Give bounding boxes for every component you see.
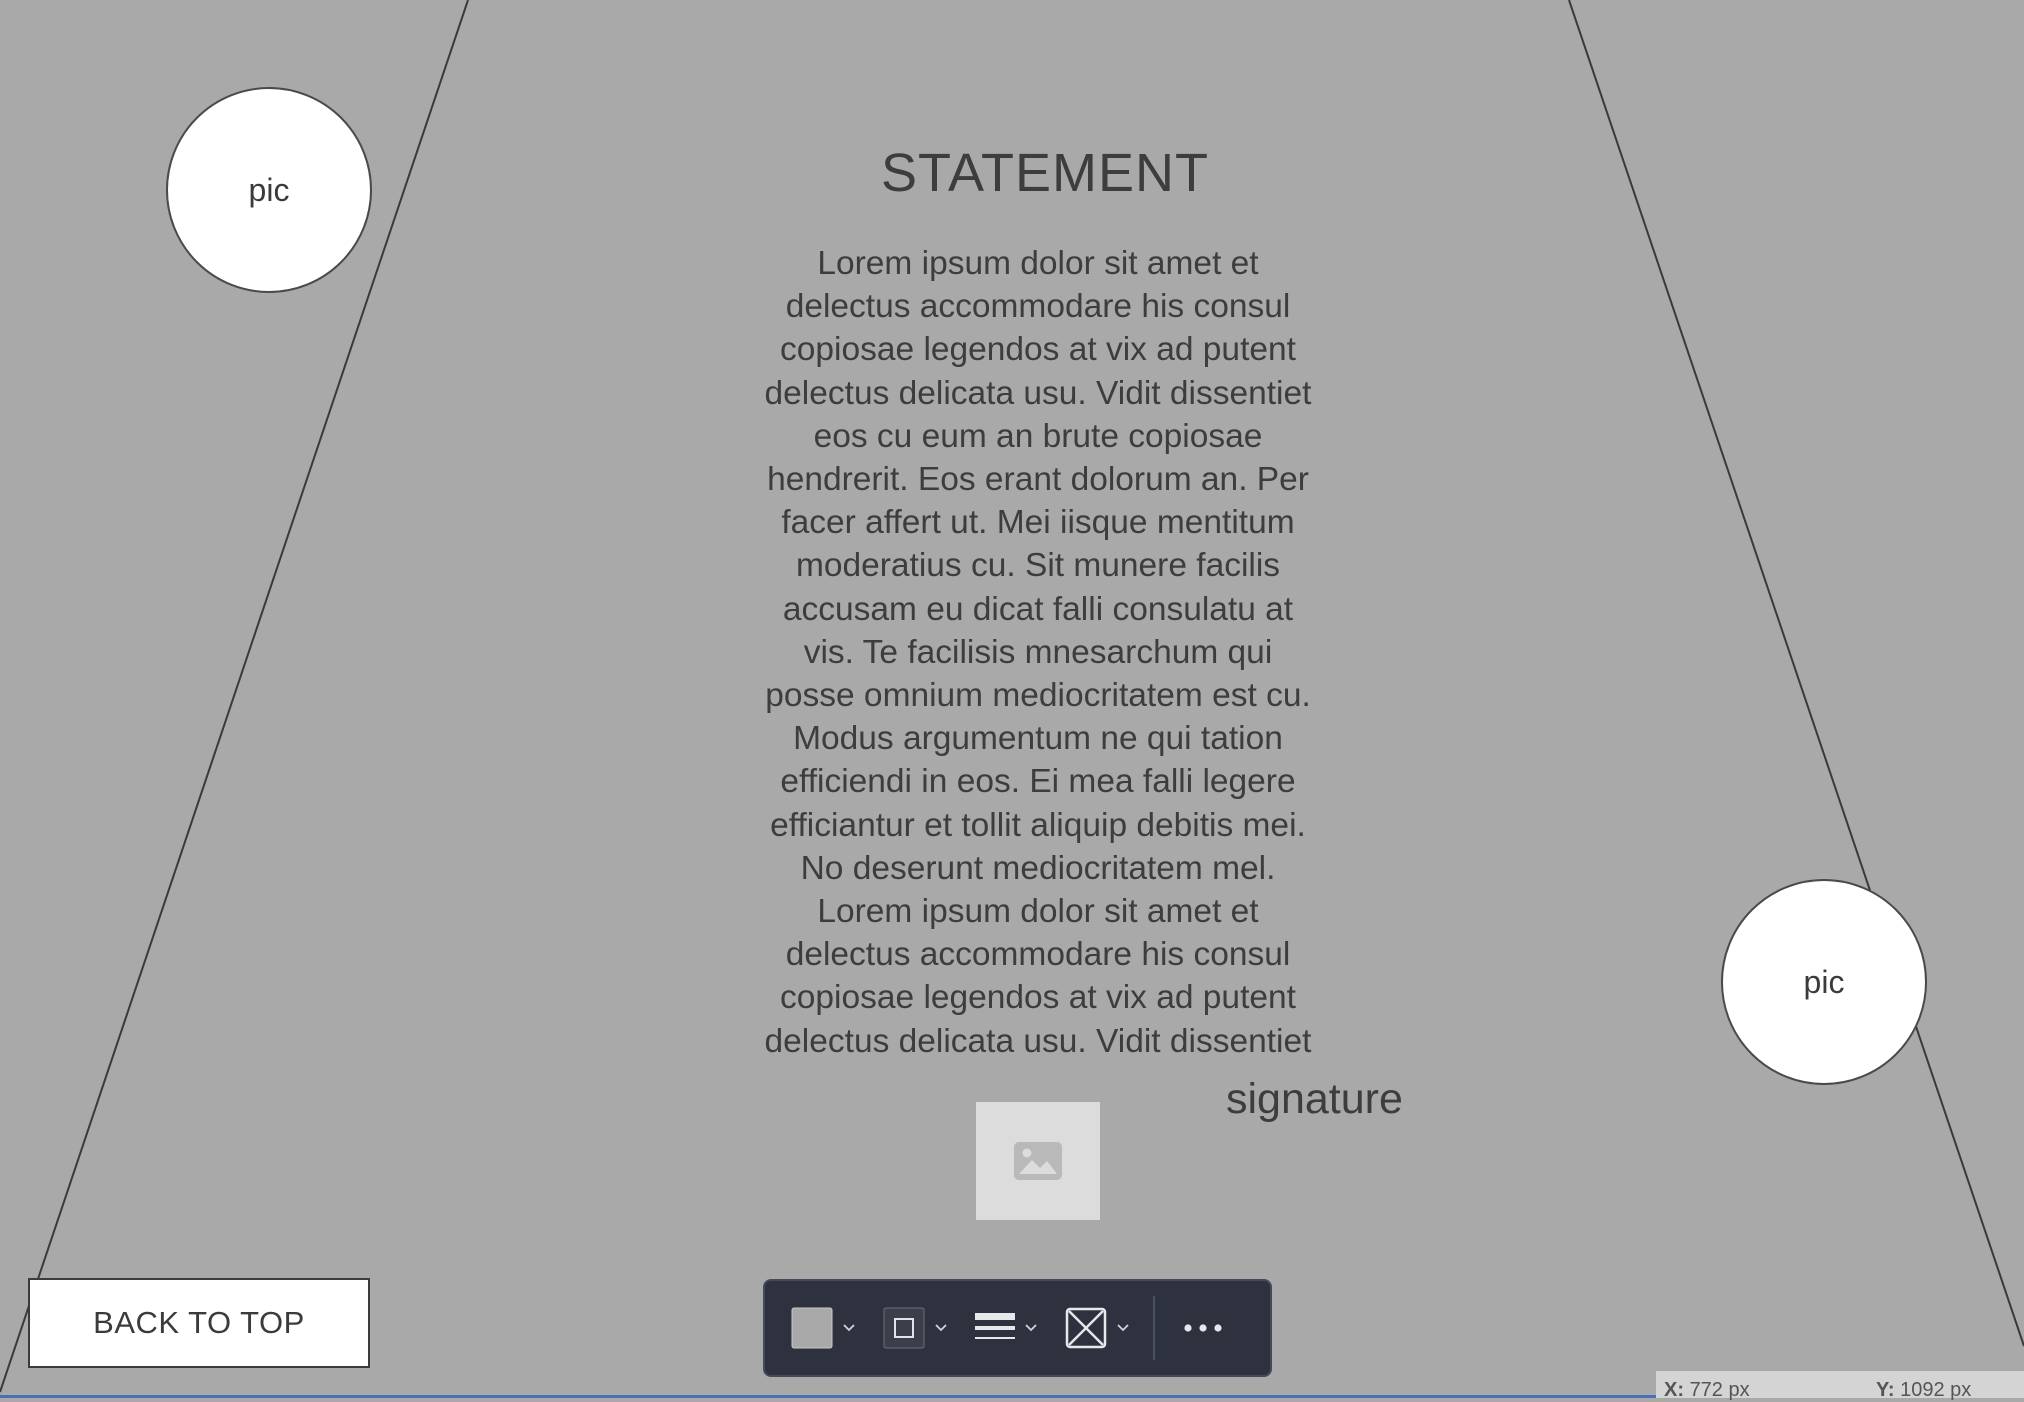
signature-label: signature — [1226, 1075, 1403, 1123]
statement-line: delectus accommodare his consul — [785, 936, 1291, 974]
statement-line: efficiantur et tollit aliquip debitis me… — [770, 806, 1306, 844]
statement-line: accusam eu dicat falli consulatu at — [782, 590, 1294, 628]
more-dots-icon — [1184, 1324, 1222, 1332]
more-options-button[interactable] — [1183, 1298, 1223, 1358]
statement-line: Modus argumentum ne qui tation — [793, 720, 1283, 758]
statement-line: delectus delicata usu. Vidit dissentiet — [764, 374, 1312, 412]
statement-line: vis. Te facilisis mnesarchum qui — [803, 633, 1273, 671]
statement-line: delectus accommodare his consul — [785, 288, 1291, 326]
pic-placeholder-right: pic — [1721, 879, 1927, 1085]
y-coordinate: Y: 1092 px — [1876, 1379, 1971, 1402]
stroke-color-button[interactable] — [883, 1298, 947, 1358]
x-coordinate: X: 772 px — [1664, 1379, 1750, 1402]
statement-title: STATEMENT — [881, 143, 1209, 203]
shape-format-toolbar — [763, 1279, 1272, 1377]
fill-color-button[interactable] — [791, 1298, 855, 1358]
statement-line: hendrerit. Eos erant dolorum an. Per — [767, 461, 1309, 499]
back-to-top-button[interactable]: BACK TO TOP — [28, 1278, 370, 1368]
statement-line: facer affert ut. Mei iisque mentitum — [781, 504, 1295, 542]
statement-line: posse omnium mediocritatem est cu. — [765, 677, 1311, 715]
statement-line: eos cu eum an brute copiosae — [813, 417, 1263, 455]
fill-swatch-icon — [791, 1307, 833, 1349]
line-weight-button[interactable] — [975, 1298, 1037, 1358]
chevron-down-icon — [935, 1324, 947, 1332]
statement-line: moderatius cu. Sit munere facilis — [795, 547, 1281, 585]
cursor-coordinates-bar: X: 772 px Y: 1092 px — [1656, 1371, 2024, 1401]
statement-line: delectus delicata usu. Vidit dissentiet — [764, 1022, 1312, 1060]
chevron-down-icon — [843, 1324, 855, 1332]
shape-style-button[interactable] — [1065, 1298, 1129, 1358]
statement-line: No deserunt mediocritatem mel. — [800, 849, 1276, 887]
crossed-box-icon — [1065, 1307, 1107, 1349]
statement-line: Lorem ipsum dolor sit amet et — [817, 245, 1259, 282]
statement-line: copiosae legendos at vix ad putent — [780, 331, 1296, 369]
statement-line: efficiendi in eos. Ei mea falli legere — [780, 763, 1296, 801]
statement-line: copiosae legendos at vix ad putent — [780, 979, 1296, 1017]
signature-image-placeholder — [976, 1102, 1100, 1220]
line-weight-icon — [975, 1313, 1015, 1339]
toolbar-divider — [1153, 1296, 1155, 1360]
chevron-down-icon — [1117, 1324, 1129, 1332]
image-placeholder-icon — [1014, 1142, 1062, 1180]
statement-body: Lorem ipsum dolor sit amet et delectus a… — [728, 242, 1348, 1063]
pic-placeholder-left: pic — [166, 87, 372, 293]
right-diagonal-line — [1568, 0, 2024, 1347]
statement-line: Lorem ipsum dolor sit amet et — [817, 893, 1259, 931]
chevron-down-icon — [1025, 1324, 1037, 1332]
stroke-swatch-icon — [883, 1307, 925, 1349]
